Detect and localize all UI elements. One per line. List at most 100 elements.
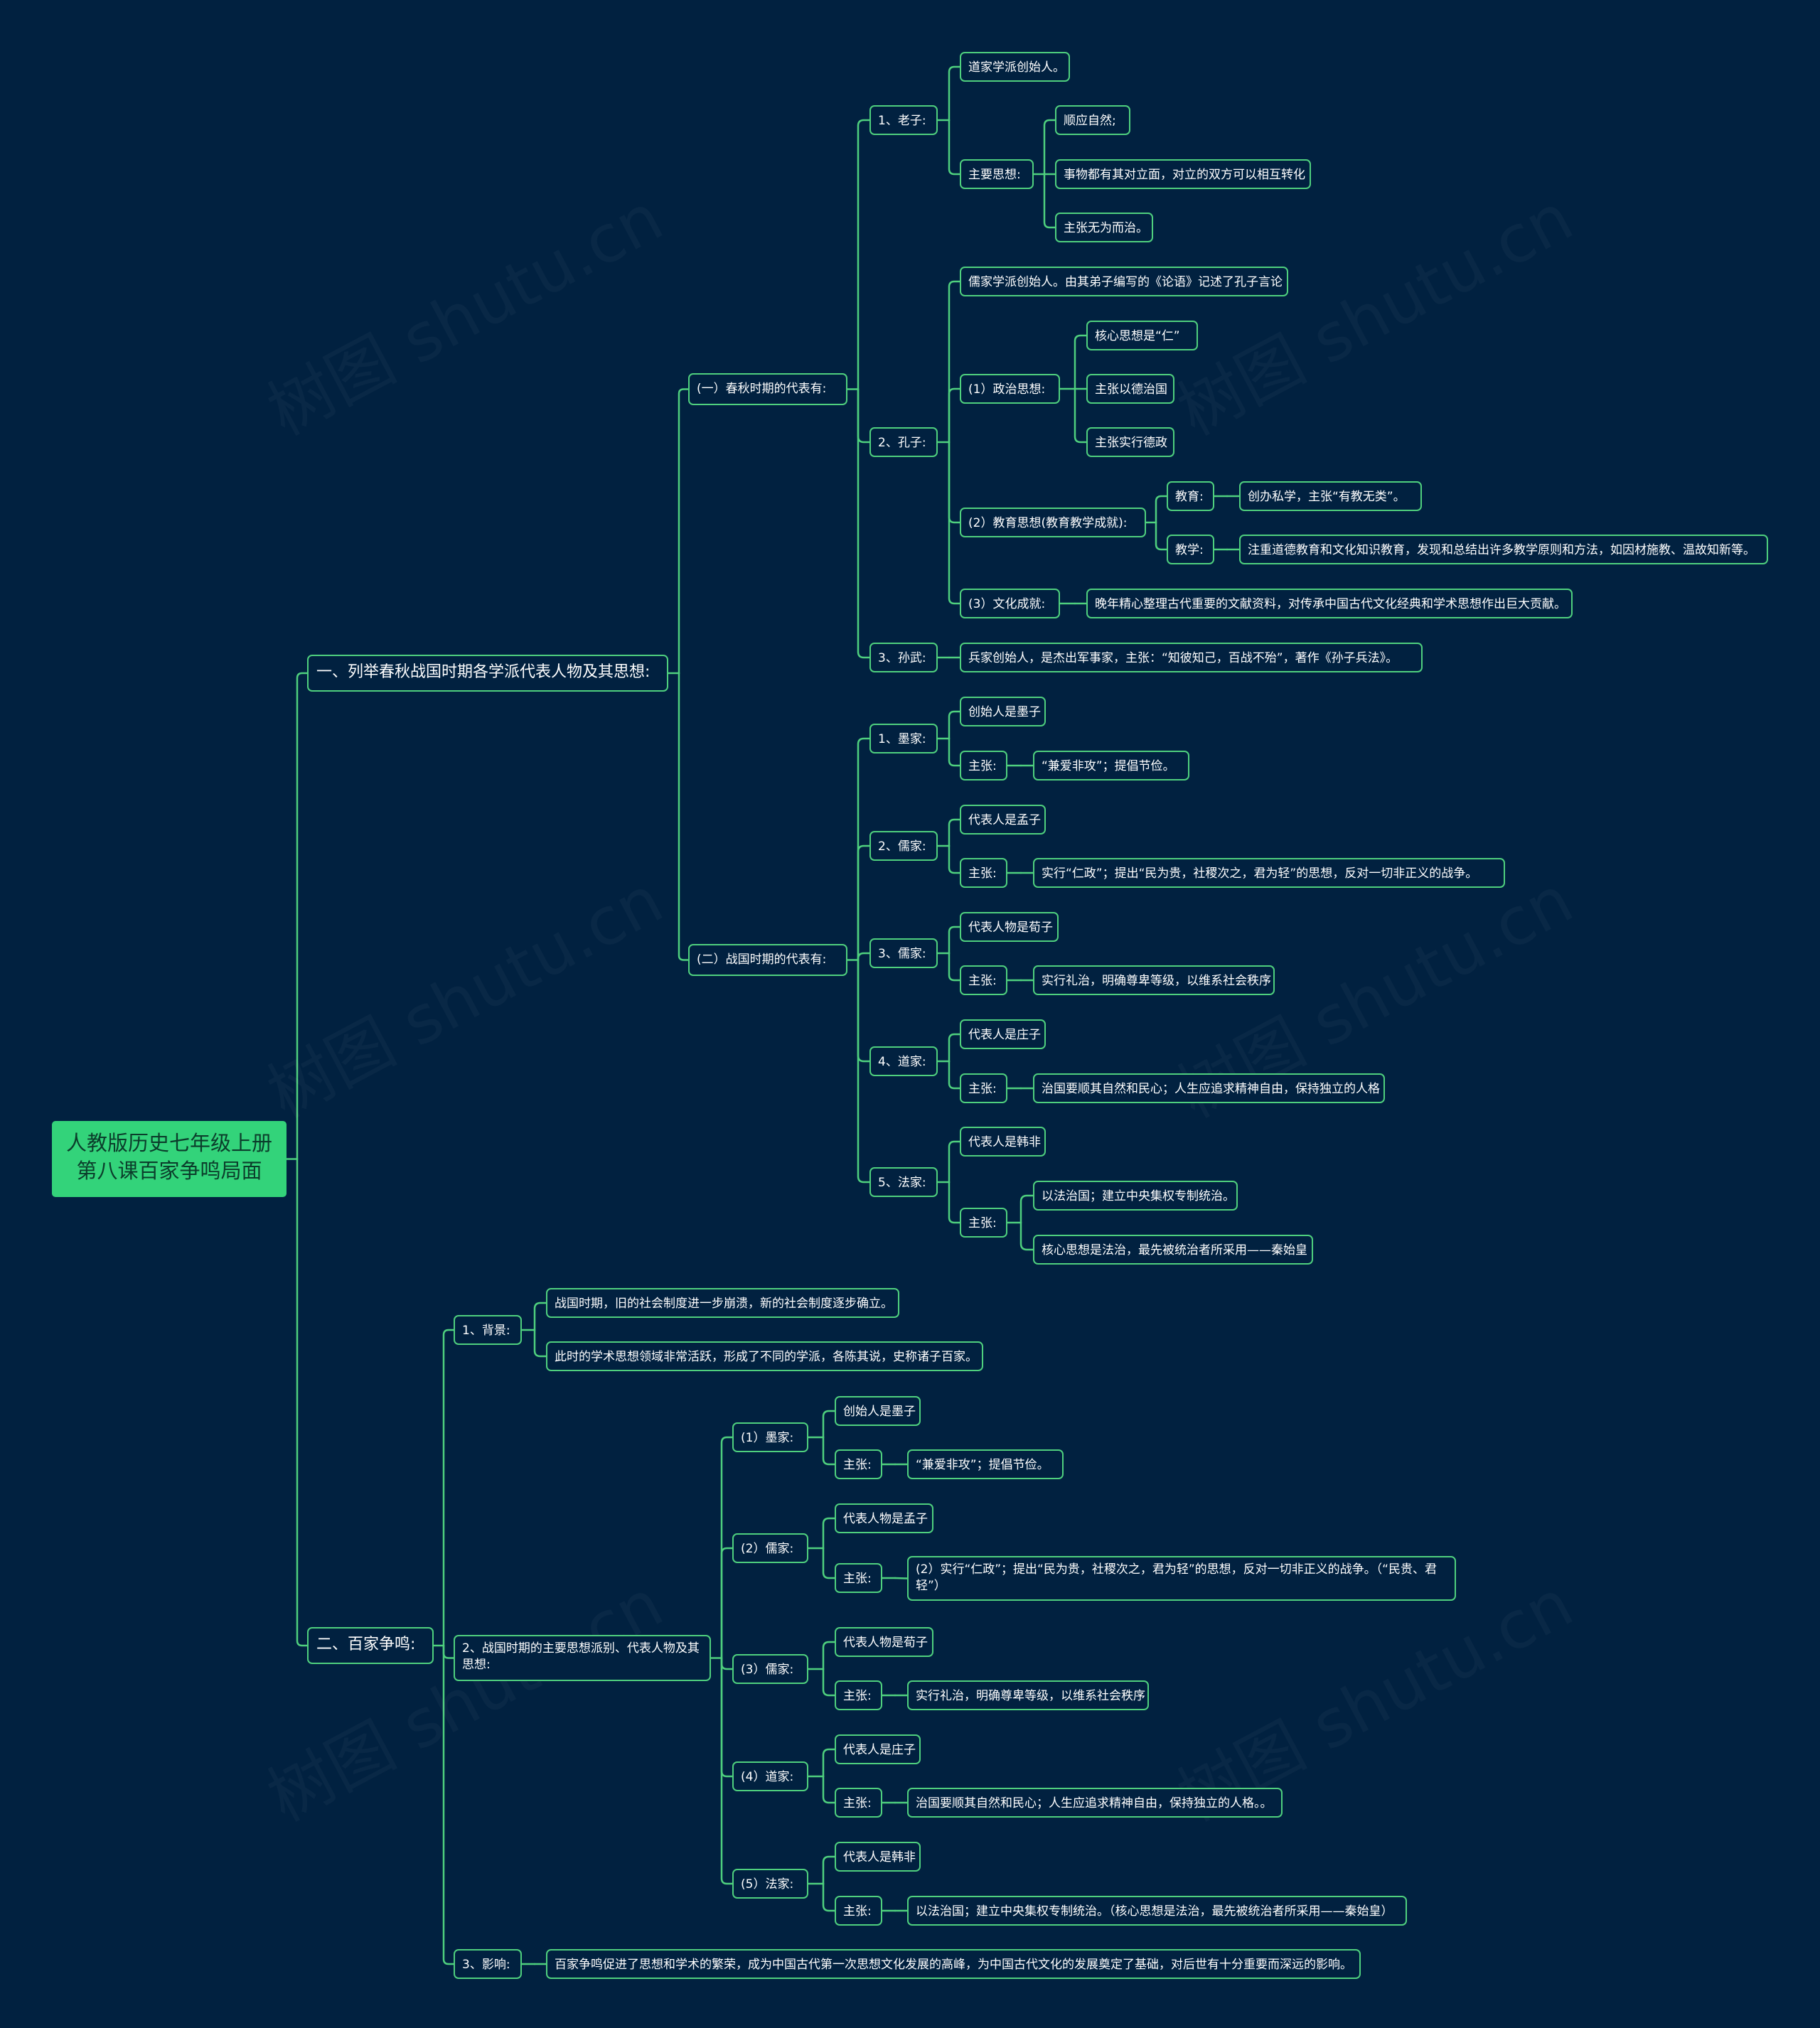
node-p-xunzi-claim-detail[interactable]: 实行礼治，明确尊卑等级，以维系社会秩序 [907, 1680, 1149, 1710]
node-zhuangzi-rep[interactable]: 代表人是庄子 [960, 1019, 1046, 1049]
node-p-zhuangzi[interactable]: (4）道家: [732, 1761, 808, 1791]
node-p-xunzi[interactable]: (3）儒家: [732, 1654, 808, 1684]
node-p-hanfei[interactable]: (5）法家: [732, 1869, 808, 1899]
topic-representatives[interactable]: 一、列举春秋战国时期各学派代表人物及其思想: [307, 655, 668, 692]
connector-branch [857, 737, 871, 961]
connector-lines [285, 65, 1241, 1965]
node-kongzi-culture-detail[interactable]: 晚年精心整理古代重要的文献资料，对传承中国古代文化经典和学术思想作出巨大贡献。 [1086, 589, 1573, 618]
node-background-detail-2[interactable]: 此时的学术思想领域非常活跃，形成了不同的学派，各陈其说，史称诸子百家。 [546, 1341, 983, 1371]
node-mohism[interactable]: 1、墨家: [869, 724, 938, 753]
mindmap-canvas: 树图 shutu.cn 树图 shutu.cn 树图 shutu.cn 树图 s… [0, 0, 1820, 2028]
node-sunwu[interactable]: 3、孙武: [869, 643, 938, 672]
node-kongzi-teaching-methods[interactable]: 注重道德教育和文化知识教育，发现和总结出许多教学原则和方法，如因材施教、温故知新… [1239, 535, 1768, 564]
node-p-xunzi-rep[interactable]: 代表人物是荀子 [835, 1627, 933, 1657]
connector-branch [442, 1644, 455, 1659]
node-p-mohism-claim[interactable]: 主张: [835, 1449, 882, 1479]
connector-branch [1019, 1221, 1034, 1251]
topic-warring-states[interactable]: (二）战国时期的代表有: [688, 944, 847, 976]
node-zhuangzi-claim[interactable]: 主张: [960, 1073, 1007, 1103]
node-sunwu-detail[interactable]: 兵家创始人，是杰出军事家，主张：“知彼知己，百战不殆”，著作《孙子兵法》。 [960, 643, 1423, 672]
connector-branch [442, 1329, 455, 1647]
node-kongzi-culture[interactable]: (3）文化成就: [960, 589, 1060, 618]
connector-branch [822, 1410, 836, 1439]
node-kongzi-education[interactable]: (2）教育思想(教育教学成就): [960, 508, 1146, 537]
connector-branch [1043, 173, 1056, 229]
connector-branch [678, 388, 690, 675]
node-laozi[interactable]: 1、老子: [869, 105, 938, 135]
node-mencius-claim-detail[interactable]: 实行“仁政”；提出“民为贵，社稷次之，君为轻”的思想，反对一切非正义的战争。 [1033, 858, 1505, 888]
node-laozi-thought[interactable]: 主要思想: [960, 159, 1034, 189]
connector-branch [678, 672, 690, 961]
node-kongzi-private-school[interactable]: 创办私学，主张“有教无类”。 [1239, 481, 1422, 511]
node-p-mencius-claim[interactable]: 主张: [835, 1563, 882, 1593]
root-node[interactable]: 人教版历史七年级上册 第八课百家争鸣局面 [52, 1121, 287, 1197]
connector-branch [857, 844, 871, 961]
connector-branch [857, 388, 871, 444]
node-p-zhuangzi-claim-detail[interactable]: 治国要顺其自然和民心；人生应追求精神自由，保持独立的人格。。 [907, 1788, 1283, 1818]
node-kongzi-founder[interactable]: 儒家学派创始人。由其弟子编写的《论语》记述了孔子言论 [960, 267, 1288, 296]
node-mencius-rep[interactable]: 代表人是孟子 [960, 805, 1046, 835]
node-laozi-wuwei[interactable]: 主张无为而治。 [1055, 213, 1153, 242]
node-kongzi-ren[interactable]: 核心思想是“仁” [1086, 321, 1198, 350]
connector-branch [948, 280, 961, 444]
node-kongzi-politics[interactable]: (1）政治思想: [960, 374, 1060, 404]
node-mencius-claim[interactable]: 主张: [960, 858, 1007, 888]
node-mohism-founder[interactable]: 创始人是墨子 [960, 697, 1046, 726]
connector-branch [948, 1181, 961, 1224]
node-p-hanfei-claim-detail[interactable]: 以法治国；建立中央集权专制统治。（核心思想是法治，最先被统治者所采用——秦始皇） [907, 1896, 1407, 1926]
connector-branch [948, 926, 961, 955]
node-hanfei-core[interactable]: 核心思想是法治，最先被统治者所采用——秦始皇 [1033, 1235, 1313, 1265]
connector-branch [822, 1641, 836, 1670]
connector-branch [948, 119, 961, 176]
node-background[interactable]: 1、背景: [454, 1315, 522, 1345]
node-hanfei-claim[interactable]: 主张: [960, 1208, 1007, 1238]
connector-branch [720, 1657, 734, 1885]
node-p-mencius[interactable]: (2）儒家: [732, 1533, 808, 1563]
node-p-mohism-founder[interactable]: 创始人是墨子 [835, 1396, 921, 1426]
connector-branch [822, 1748, 836, 1778]
topic-spring-autumn[interactable]: (一）春秋时期的代表有: [688, 373, 847, 405]
node-p-hanfei-claim[interactable]: 主张: [835, 1896, 882, 1926]
node-taoism[interactable]: 4、道家: [869, 1046, 938, 1076]
node-zhuangzi-claim-detail[interactable]: 治国要顺其自然和民心；人生应追求精神自由，保持独立的人格 [1033, 1073, 1385, 1103]
node-hanfei-rule-of-law[interactable]: 以法治国；建立中央集权专制统治。 [1033, 1181, 1238, 1211]
node-influence-detail[interactable]: 百家争鸣促进了思想和学术的繁荣，成为中国古代第一次思想文化发展的高峰，为中国古代… [546, 1949, 1361, 1979]
node-legalism[interactable]: 5、法家: [869, 1167, 938, 1197]
node-mohism-claim[interactable]: 主张: [960, 751, 1007, 780]
node-p-mencius-claim-detail[interactable]: (2）实行“仁政”；提出“民为贵，社稷次之，君为轻”的思想，反对一切非正义的战争… [907, 1556, 1456, 1601]
connector-branch [1074, 334, 1088, 390]
node-laozi-founder[interactable]: 道家学派创始人。 [960, 52, 1070, 82]
node-xunzi-claim-detail[interactable]: 实行礼治，明确尊卑等级，以维系社会秩序 [1033, 965, 1275, 995]
node-kongzi-virtue-rule[interactable]: 主张以德治国 [1086, 374, 1174, 404]
node-laozi-nature[interactable]: 顺应自然; [1055, 105, 1130, 135]
node-main-schools[interactable]: 2、战国时期的主要思想派别、代表人物及其思想: [454, 1635, 711, 1681]
node-kongzi-teaching-label[interactable]: 教学: [1167, 535, 1214, 564]
node-xunzi-rep[interactable]: 代表人物是荀子 [960, 912, 1059, 942]
node-p-hanfei-rep[interactable]: 代表人是韩非 [835, 1842, 921, 1872]
connector-branch [720, 1657, 734, 1670]
connector-branch [1155, 521, 1168, 551]
node-p-zhuangzi-rep[interactable]: 代表人是庄子 [835, 1734, 921, 1764]
node-xunzi-claim[interactable]: 主张: [960, 965, 1007, 995]
connector-branch [857, 952, 871, 961]
node-kongzi-virtue-gov[interactable]: 主张实行德政 [1086, 427, 1174, 457]
node-p-mencius-rep[interactable]: 代表人物是孟子 [835, 1503, 933, 1533]
node-p-zhuangzi-claim[interactable]: 主张: [835, 1788, 882, 1818]
node-kongzi[interactable]: 2、孔子: [869, 427, 938, 457]
node-p-xunzi-claim[interactable]: 主张: [835, 1680, 882, 1710]
node-confucian-xunzi[interactable]: 3、儒家: [869, 938, 938, 968]
node-hanfei-rep[interactable]: 代表人是韩非 [960, 1127, 1046, 1157]
connector-branch [948, 844, 961, 874]
topic-hundred-schools[interactable]: 二、百家争鸣: [307, 1627, 434, 1664]
node-confucian-mencius[interactable]: 2、儒家: [869, 831, 938, 861]
node-laozi-opposites[interactable]: 事物都有其对立面，对立的双方可以相互转化 [1055, 159, 1311, 189]
connector-branch [822, 1775, 836, 1804]
node-background-detail-1[interactable]: 战国时期，旧的社会制度进一步崩溃，新的社会制度逐步确立。 [546, 1288, 899, 1318]
node-p-mohism-claim-detail[interactable]: “兼爱非攻”；提倡节俭。 [907, 1449, 1064, 1479]
node-p-mohism[interactable]: (1）墨家: [732, 1422, 808, 1452]
node-influence[interactable]: 3、影响: [454, 1949, 522, 1979]
node-kongzi-edu-label[interactable]: 教育: [1167, 481, 1214, 511]
connector-branch [857, 119, 871, 390]
connector-branch [720, 1547, 734, 1659]
node-mohism-claim-detail[interactable]: “兼爱非攻”；提倡节俭。 [1033, 751, 1189, 780]
